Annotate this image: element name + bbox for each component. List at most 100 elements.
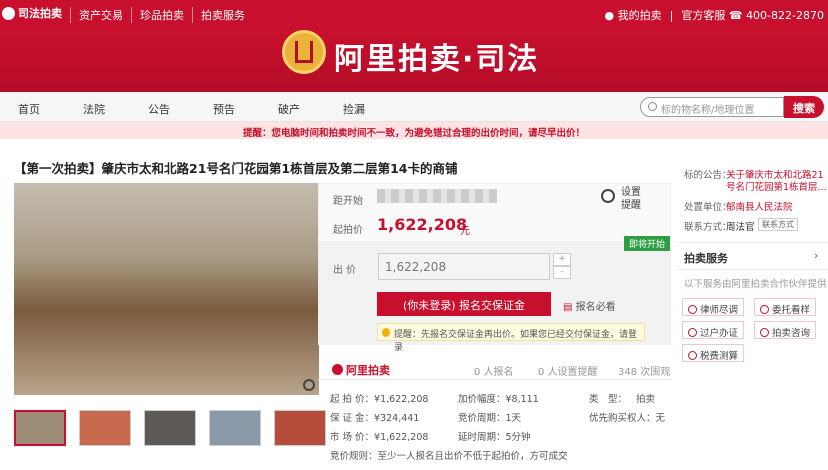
notice-label: 标的公告： bbox=[684, 170, 732, 181]
detail-delay: 延时周期：5分钟 bbox=[458, 432, 531, 443]
time-warning: 提醒：您电脑时间和拍卖时间不一致，为避免错过合理的出价时间，请尽早出价！ bbox=[0, 122, 828, 139]
reminders-label: 人设置提醒 bbox=[547, 367, 598, 378]
nav-home[interactable]: 首页 bbox=[18, 101, 83, 117]
bid-stepper: + - bbox=[553, 253, 571, 280]
reminder-count: 0 人设置提醒 bbox=[538, 363, 598, 378]
bid-area: 出 价 1,622,208 + - (你未登录) 报名交保证金 ▤ 报名必看 提… bbox=[319, 241, 670, 353]
service-title: 拍卖服务 bbox=[684, 252, 728, 265]
countdown-value bbox=[377, 189, 497, 203]
applicants-value: 0 bbox=[474, 367, 481, 378]
link-treasure[interactable]: 珍品拍卖 bbox=[131, 7, 192, 23]
start-price: 1,622,208 bbox=[377, 215, 468, 234]
contact-button[interactable]: 联系方式 bbox=[758, 218, 798, 231]
tip-text: 提醒：先报名交保证金再出价。如果您已经交付保证金，请登录 bbox=[394, 330, 638, 353]
court-link[interactable]: 郁南县人民法院 bbox=[726, 199, 793, 213]
nav-preview[interactable]: 预告 bbox=[213, 101, 278, 117]
status-badge: 即将开始 bbox=[623, 236, 670, 251]
top-bar: 司法拍卖 资产交易 珍品拍卖 拍卖服务 ● 我的拍卖 | 官方客服 ☎ 400-… bbox=[0, 0, 828, 26]
countdown-label: 距开始 bbox=[333, 196, 363, 207]
auction-info: 距开始 起拍价 1,622,208 元 设置提醒 出 价 1,622,208 +… bbox=[318, 183, 671, 353]
thumbnail[interactable] bbox=[209, 410, 261, 446]
my-auction-link[interactable]: 我的拍卖 bbox=[618, 7, 662, 23]
consult-button[interactable]: 拍卖咨询 bbox=[754, 321, 816, 339]
detail-priority: 优先购买权人：无 bbox=[589, 413, 666, 424]
view-count: 348 次围观 bbox=[618, 363, 670, 378]
register-button[interactable]: (你未登录) 报名交保证金 bbox=[377, 292, 551, 316]
nav-bankruptcy[interactable]: 破产 bbox=[278, 101, 343, 117]
link-service[interactable]: 拍卖服务 bbox=[192, 7, 253, 23]
contact-name: 周法官 bbox=[726, 222, 755, 233]
applicant-count: 0 人报名 bbox=[474, 363, 514, 378]
zoom-icon[interactable] bbox=[303, 379, 315, 391]
login-tip: 提醒：先报名交保证金再出价。如果您已经交付保证金，请登录 bbox=[377, 323, 645, 353]
thumbnail[interactable] bbox=[274, 410, 326, 446]
minus-button[interactable]: - bbox=[553, 266, 571, 279]
nav-bargain[interactable]: 捡漏 bbox=[343, 101, 408, 117]
reminders-value: 0 bbox=[538, 367, 545, 378]
tax-button[interactable]: 税费测算 bbox=[682, 344, 744, 362]
document-icon: ▤ bbox=[563, 302, 576, 313]
customer-service-link[interactable]: 官方客服 bbox=[681, 7, 725, 23]
detail-type-value: 拍卖 bbox=[636, 394, 656, 405]
chevron-right-icon: › bbox=[814, 249, 819, 262]
divider: | bbox=[669, 8, 674, 22]
must-see-label: 报名必看 bbox=[575, 302, 616, 313]
service-header[interactable]: 拍卖服务 › bbox=[676, 242, 828, 270]
lawyer-button[interactable]: 律师尽调 bbox=[682, 298, 744, 316]
main-photo[interactable] bbox=[14, 183, 319, 395]
ali-brand-label: 阿里拍卖 bbox=[346, 364, 390, 377]
brand-link[interactable]: 司法拍卖 bbox=[2, 5, 62, 21]
court-emblem-icon bbox=[282, 30, 326, 74]
price-unit: 元 bbox=[460, 226, 470, 237]
service-subtitle: 以下服务由阿里拍卖合作伙伴提供 bbox=[684, 279, 827, 290]
top-links: 资产交易 珍品拍卖 拍卖服务 bbox=[70, 7, 253, 23]
detail-increment: 加价幅度：¥8,111 bbox=[458, 394, 539, 405]
brand-label: 司法拍卖 bbox=[18, 7, 62, 20]
ali-logo-icon bbox=[332, 364, 343, 375]
main-nav: 首页 法院 公告 预告 破产 捡漏 标的物名称/地理位置 搜索 bbox=[0, 92, 828, 122]
banner-title: 阿里拍卖·司法 bbox=[334, 42, 540, 77]
detail-deposit: 保 证 金：¥324,441 bbox=[330, 413, 420, 424]
detail-market: 市 场 价：¥1,622,208 bbox=[330, 432, 429, 443]
clock-icon bbox=[601, 189, 615, 203]
must-see-link[interactable]: ▤ 报名必看 bbox=[563, 298, 616, 313]
detail-start-price: 起 拍 价：¥1,622,208 bbox=[330, 394, 429, 405]
contact-label: 联系方式： bbox=[684, 222, 732, 233]
detail-type-label: 类 型： bbox=[589, 394, 628, 405]
top-right: ● 我的拍卖 | 官方客服 ☎ 400-822-2870 bbox=[605, 7, 824, 23]
court-label: 处置单位： bbox=[684, 202, 732, 213]
thumbnail[interactable] bbox=[14, 410, 66, 446]
search-input[interactable]: 标的物名称/地理位置 bbox=[640, 97, 784, 117]
link-asset[interactable]: 资产交易 bbox=[70, 7, 131, 23]
banner: 阿里拍卖·司法 bbox=[0, 26, 828, 92]
notice-link-2[interactable]: 号名门花园第1栋首层... bbox=[726, 179, 827, 193]
phone-icon: ☎ bbox=[725, 8, 747, 22]
nav-notice[interactable]: 公告 bbox=[148, 101, 213, 117]
user-icon: ● bbox=[604, 8, 618, 22]
viewing-button[interactable]: 委托看样 bbox=[754, 298, 816, 316]
thumbnail-strip bbox=[14, 410, 326, 446]
search-placeholder: 标的物名称/地理位置 bbox=[661, 105, 755, 116]
bid-input[interactable]: 1,622,208 bbox=[378, 253, 550, 280]
thumbnail[interactable] bbox=[144, 410, 196, 446]
nav-court[interactable]: 法院 bbox=[83, 101, 148, 117]
views-value: 348 bbox=[618, 367, 638, 378]
bid-label: 出 价 bbox=[333, 265, 357, 276]
set-reminder-label: 设置提醒 bbox=[621, 187, 641, 211]
detail-rule: 竞价规则：至少一人报名且出价不低于起拍价，方可成交 bbox=[330, 451, 568, 462]
search-icon bbox=[648, 102, 657, 111]
bulb-icon bbox=[382, 328, 390, 337]
detail-period: 竞价周期：1天 bbox=[458, 413, 522, 424]
ali-auction-logo: 阿里拍卖 bbox=[332, 362, 390, 378]
stats-bar: 阿里拍卖 0 人报名 0 人设置提醒 348 次围观 bbox=[318, 358, 671, 380]
thumbnail[interactable] bbox=[79, 410, 131, 446]
transfer-button[interactable]: 过户办证 bbox=[682, 321, 744, 339]
applicants-label: 人报名 bbox=[483, 367, 514, 378]
phone-number: 400-822-2870 bbox=[746, 8, 824, 22]
search-button[interactable]: 搜索 bbox=[784, 96, 824, 118]
start-price-label: 起拍价 bbox=[333, 225, 363, 236]
set-reminder-button[interactable]: 设置提醒 bbox=[601, 186, 641, 212]
plus-button[interactable]: + bbox=[553, 253, 571, 266]
page-title: 【第一次拍卖】肇庆市太和北路21号名门花园第1栋首层及第二层第14卡的商铺 bbox=[14, 161, 458, 176]
views-label: 次围观 bbox=[640, 367, 671, 378]
